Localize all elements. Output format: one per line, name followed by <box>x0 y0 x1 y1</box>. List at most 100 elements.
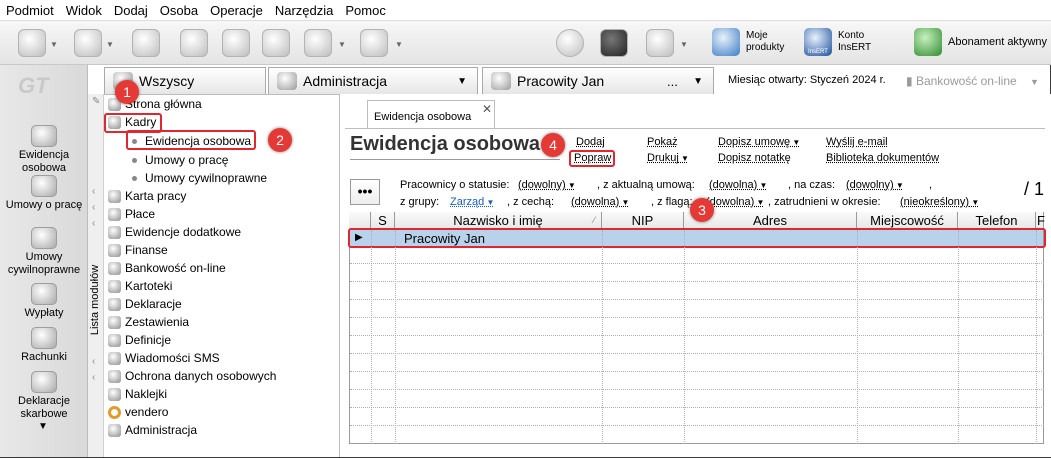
cloud-dropdown-icon[interactable]: ▼ <box>680 40 688 49</box>
eraser-icon[interactable] <box>180 29 208 57</box>
tree-item-deklaracje[interactable]: Deklaracje <box>108 295 182 313</box>
dopisz-umowe-link[interactable]: Dopisz umowę ▼ <box>718 136 800 148</box>
gt-logo: GT <box>18 73 49 98</box>
filter-status-value[interactable]: (dowolny) ▼ <box>518 179 576 191</box>
tree-item-administracja[interactable]: Administracja <box>108 421 197 439</box>
tab-label: Wszyscy <box>139 73 195 89</box>
filter-cecha-value[interactable]: (dowolna) ▼ <box>571 196 629 208</box>
receive-icon[interactable] <box>74 29 102 57</box>
grid-line <box>350 281 1044 282</box>
step-badge-2: 2 <box>268 128 292 152</box>
sidebar-label: Wypłaty <box>24 307 64 319</box>
tree-item-umowy-o-prace[interactable]: Umowy o pracę <box>132 151 228 169</box>
person-icon <box>491 72 511 90</box>
menu-dodaj[interactable]: Dodaj <box>114 3 148 18</box>
cash-dropdown-icon[interactable]: ▼ <box>338 40 346 49</box>
tree-item-umowy-cywilnoprawne[interactable]: Umowy cywilnoprawne <box>132 169 267 187</box>
bankowosc-online-toggle[interactable]: ▮ Bankowość on-line ▼ <box>906 74 1039 88</box>
chevron-down-icon: ▼ <box>754 198 765 207</box>
filter-umowa-value[interactable]: (dowolna) ▼ <box>709 179 767 191</box>
dodaj-link[interactable]: Dodaj <box>576 136 605 148</box>
tree-item-ochrona-danych[interactable]: Ochrona danych osobowych <box>108 367 276 385</box>
filter-czas-value[interactable]: (dowolny) ▼ <box>846 179 904 191</box>
sidebar-wyplaty[interactable]: Wypłaty <box>0 283 88 320</box>
sidebar-ewidencja-osobowa[interactable]: Ewidencja osobowa <box>0 125 88 175</box>
tree-item-vendero[interactable]: vendero <box>108 403 168 421</box>
dopisz-umowe-label: Dopisz umowę <box>718 136 791 148</box>
chevron-down-icon: ▼ <box>790 138 801 147</box>
menu-podmiot[interactable]: Podmiot <box>6 3 54 18</box>
cloud-icon[interactable] <box>646 29 674 57</box>
abonament-button[interactable]: Abonament aktywny <box>914 28 1047 56</box>
tree-item-naklejki[interactable]: Naklejki <box>108 385 167 403</box>
moje-produkty-button[interactable]: Moje produkty <box>712 28 784 56</box>
toolbar: ▼ ▼ ▼ ▼ ▼ Moje produkty InsERT Konto Ins… <box>0 21 1051 65</box>
help-icon[interactable] <box>360 29 388 57</box>
sidebar-rachunki[interactable]: Rachunki <box>0 327 88 364</box>
biblioteka-link[interactable]: Biblioteka dokumentów <box>826 152 939 164</box>
more-options-button[interactable]: ••• <box>350 179 380 205</box>
tree-item-karta-pracy[interactable]: Karta pracy <box>108 187 186 205</box>
chevron-down-icon[interactable]: ▼ <box>457 76 467 87</box>
content-tab-ewidencja[interactable]: Ewidencja osobowa <box>367 100 495 128</box>
chevron-down-icon[interactable]: ▼ <box>1030 77 1039 87</box>
tree-item-wiadomosci-sms[interactable]: Wiadomości SMS <box>108 349 220 367</box>
tab-label: Administracja <box>303 73 388 89</box>
sidebar-deklaracje-skarbowe[interactable]: Deklaracje skarbowe <box>0 371 88 421</box>
tree-item-ewidencje-dodatkowe[interactable]: Ewidencje dodatkowe <box>108 223 241 241</box>
chevron-down-icon[interactable]: ▼ <box>693 76 703 87</box>
pin-icon[interactable]: ✎ <box>92 96 100 107</box>
sidebar-umowy-cywilnoprawne[interactable]: Umowy cywilnoprawne <box>0 227 88 277</box>
tree-label: Płace <box>125 207 156 221</box>
konto-insert-button[interactable]: InsERT Konto InsERT <box>804 28 871 56</box>
wyslij-email-link[interactable]: Wyślij e-mail <box>826 136 888 148</box>
stethoscope-icon[interactable] <box>262 29 290 57</box>
konto-insert-label: Konto InsERT <box>838 30 872 53</box>
tree-label: Definicje <box>125 333 172 347</box>
tree-item-finanse[interactable]: Finanse <box>108 241 168 259</box>
close-icon[interactable]: ✕ <box>482 102 492 116</box>
bank-icon: ▮ <box>906 74 916 88</box>
menu-pomoc[interactable]: Pomoc <box>345 3 385 18</box>
tree-item-place[interactable]: Płace <box>108 205 155 223</box>
pokaz-link[interactable]: Pokaż <box>647 136 678 148</box>
tree-label: Umowy o pracę <box>145 153 229 167</box>
chevron-left-icon: ‹ <box>92 218 96 229</box>
filter-okres-value[interactable]: (nieokreślony) ▼ <box>900 196 979 208</box>
tree-item-definicje[interactable]: Definicje <box>108 331 171 349</box>
cash-register-icon[interactable] <box>304 29 332 57</box>
tab-administracja[interactable]: Administracja ▼ <box>268 67 478 94</box>
dopisz-notatke-link[interactable]: Dopisz notatkę <box>718 152 791 164</box>
help-dropdown-icon[interactable]: ▼ <box>395 40 403 49</box>
tree-item-zestawienia[interactable]: Zestawienia <box>108 313 189 331</box>
sidebar-umowy-o-prace[interactable]: Umowy o pracę <box>0 175 88 212</box>
tree-item-bankowosc[interactable]: Bankowość on-line <box>108 259 226 277</box>
tree-label: Kartoteki <box>125 279 173 293</box>
receive-dropdown-icon[interactable]: ▼ <box>106 40 114 49</box>
tree-label: Wiadomości SMS <box>125 351 220 365</box>
globe-icon[interactable] <box>556 29 584 57</box>
civil-contract-icon <box>31 227 57 249</box>
send-icon[interactable] <box>18 29 46 57</box>
modules-vertical-tab[interactable]: Lista modułów ✎ ‹ ‹ ‹ ‹ ‹ <box>88 94 104 457</box>
filter-grupa-value[interactable]: Zarząd ▼ <box>450 196 494 208</box>
menu-narzedzia[interactable]: Narzędzia <box>275 3 334 18</box>
drukuj-link[interactable]: Drukuj ▼ <box>647 152 689 164</box>
box-icon[interactable] <box>600 29 628 57</box>
tab-ellipsis: ... <box>667 73 678 89</box>
filter-flaga-value[interactable]: (dowolna) ▼ <box>706 196 764 208</box>
stamp-icon[interactable] <box>132 29 160 57</box>
send-dropdown-icon[interactable]: ▼ <box>50 40 58 49</box>
menu-osoba[interactable]: Osoba <box>160 3 198 18</box>
tree-item-kartoteki[interactable]: Kartoteki <box>108 277 172 295</box>
tab-pracowity-jan[interactable]: Pracowity Jan ... ▼ <box>482 67 714 94</box>
filter-comma: , <box>929 179 933 191</box>
sign-icon[interactable] <box>222 29 250 57</box>
menu-operacje[interactable]: Operacje <box>210 3 263 18</box>
page-title: Ewidencja osobowa <box>350 133 541 155</box>
sidebar-scroll-down-icon[interactable]: ▼ <box>38 421 48 432</box>
people-icon <box>31 125 57 147</box>
menu-widok[interactable]: Widok <box>66 3 102 18</box>
grid-line <box>350 425 1044 426</box>
title-underline <box>350 159 560 160</box>
